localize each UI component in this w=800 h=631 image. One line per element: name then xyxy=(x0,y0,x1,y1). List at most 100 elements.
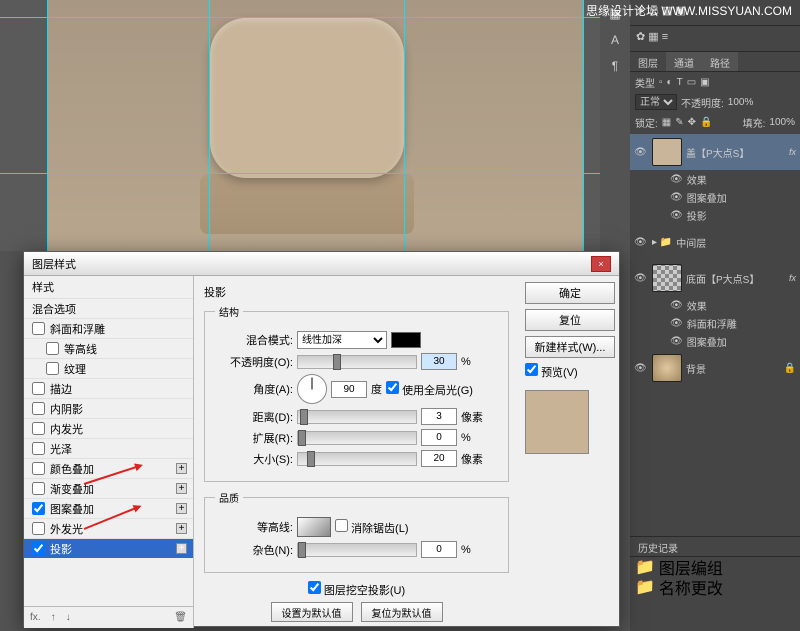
eye-icon[interactable]: 👁 xyxy=(670,192,683,203)
dialog-titlebar[interactable]: 图层样式 × xyxy=(24,252,619,276)
lock-trans-icon[interactable]: ▦ xyxy=(662,117,671,128)
fx-menu-icon[interactable]: fx. xyxy=(30,612,41,623)
distance-input[interactable] xyxy=(421,408,457,425)
style-checkbox[interactable] xyxy=(46,342,59,355)
guide-vertical[interactable] xyxy=(404,0,405,251)
grid-icon[interactable]: ▦ xyxy=(648,31,658,43)
new-style-button[interactable]: 新建样式(W)... xyxy=(525,336,615,358)
eye-icon[interactable]: 👁 xyxy=(670,174,683,185)
angle-input[interactable] xyxy=(331,381,367,398)
style-item[interactable]: 图案叠加+ xyxy=(24,498,193,518)
add-instance-icon[interactable]: + xyxy=(176,463,187,474)
style-item[interactable]: 斜面和浮雕 xyxy=(24,318,193,338)
style-checkbox[interactable] xyxy=(32,382,45,395)
up-icon[interactable]: ↑ xyxy=(51,612,56,623)
global-light-checkbox[interactable]: 使用全局光(G) xyxy=(386,381,473,398)
style-item[interactable]: 渐变叠加+ xyxy=(24,478,193,498)
filter-pixel-icon[interactable]: ▫ xyxy=(659,77,663,88)
antialias-checkbox[interactable]: 消除锯齿(L) xyxy=(335,519,409,536)
style-item[interactable]: 投影+ xyxy=(24,538,193,558)
layer-row[interactable]: 👁 背景 🔒 xyxy=(630,350,800,386)
layer-name[interactable]: 盖【P大点S】 xyxy=(686,145,785,160)
fx-badge[interactable]: fx xyxy=(789,147,796,157)
fx-badge[interactable]: fx xyxy=(789,273,796,283)
canvas[interactable] xyxy=(0,0,630,251)
lock-paint-icon[interactable]: ✎ xyxy=(675,117,683,128)
style-item[interactable]: 内阴影 xyxy=(24,398,193,418)
guide-vertical[interactable] xyxy=(47,0,48,251)
add-instance-icon[interactable]: + xyxy=(176,503,187,514)
style-checkbox[interactable] xyxy=(32,422,45,435)
angle-dial[interactable] xyxy=(297,374,327,404)
eye-icon[interactable]: 👁 xyxy=(670,336,683,347)
style-item[interactable]: 光泽 xyxy=(24,438,193,458)
history-item[interactable]: 📁名称更改 xyxy=(630,577,800,597)
size-input[interactable] xyxy=(421,450,457,467)
add-instance-icon[interactable]: + xyxy=(176,543,187,554)
layer-effect-row[interactable]: 👁效果 xyxy=(630,296,800,314)
preview-checkbox[interactable]: 预览(V) xyxy=(525,367,578,379)
layer-row-folder[interactable]: 👁 ▸ 📁 中间层 xyxy=(630,224,800,260)
style-item[interactable]: 内发光 xyxy=(24,418,193,438)
down-icon[interactable]: ↓ xyxy=(66,612,71,623)
layer-row[interactable]: 👁 底面【P大点S】 fx xyxy=(630,260,800,296)
layer-effect-row[interactable]: 👁投影 xyxy=(630,206,800,224)
filter-smart-icon[interactable]: ▣ xyxy=(700,77,709,88)
contour-picker[interactable] xyxy=(297,517,331,537)
type-tool-icon[interactable]: A xyxy=(602,28,628,52)
eye-icon[interactable]: 👁 xyxy=(670,210,683,221)
blend-mode-select[interactable]: 正常 xyxy=(635,94,677,110)
filter-adjust-icon[interactable]: ◐ xyxy=(667,77,673,88)
tab-channels[interactable]: 通道 xyxy=(666,52,702,71)
style-checkbox[interactable] xyxy=(32,322,45,335)
filter-shape-icon[interactable]: ▭ xyxy=(687,77,696,88)
layer-thumbnail[interactable] xyxy=(652,354,682,382)
visibility-icon[interactable]: 👁 xyxy=(634,273,648,284)
knockout-checkbox[interactable]: 图层挖空投影(U) xyxy=(308,581,405,598)
visibility-icon[interactable]: 👁 xyxy=(634,363,648,374)
add-instance-icon[interactable]: + xyxy=(176,523,187,534)
close-button[interactable]: × xyxy=(591,256,611,272)
style-item[interactable]: 描边 xyxy=(24,378,193,398)
size-slider[interactable] xyxy=(297,452,417,466)
eye-icon[interactable]: 👁 xyxy=(670,300,683,311)
style-checkbox[interactable] xyxy=(32,542,45,555)
styles-header[interactable]: 样式 xyxy=(24,276,193,298)
style-checkbox[interactable] xyxy=(32,522,45,535)
style-checkbox[interactable] xyxy=(32,502,45,515)
blending-options-row[interactable]: 混合选项 xyxy=(24,298,193,318)
tab-layers[interactable]: 图层 xyxy=(630,52,666,71)
style-checkbox[interactable] xyxy=(32,442,45,455)
make-default-button[interactable]: 设置为默认值 xyxy=(271,602,353,622)
style-item[interactable]: 等高线 xyxy=(24,338,193,358)
cancel-button[interactable]: 复位 xyxy=(525,309,615,331)
layer-effect-row[interactable]: 👁图案叠加 xyxy=(630,332,800,350)
layer-effect-row[interactable]: 👁效果 xyxy=(630,170,800,188)
style-item[interactable]: 外发光+ xyxy=(24,518,193,538)
eye-icon[interactable]: 👁 xyxy=(670,318,683,329)
reset-default-button[interactable]: 复位为默认值 xyxy=(361,602,443,622)
layer-name[interactable]: 底面【P大点S】 xyxy=(686,271,785,286)
blend-mode-select[interactable]: 线性加深 xyxy=(297,331,387,349)
lines-icon[interactable]: ≡ xyxy=(662,31,668,43)
style-checkbox[interactable] xyxy=(46,362,59,375)
tab-history[interactable]: 历史记录 xyxy=(630,537,686,556)
noise-slider[interactable] xyxy=(297,543,417,557)
layer-thumbnail[interactable] xyxy=(652,138,682,166)
guide-horizontal[interactable] xyxy=(0,173,630,174)
paragraph-icon[interactable]: ¶ xyxy=(602,54,628,78)
layer-name[interactable]: 背景 xyxy=(686,361,780,376)
guide-horizontal[interactable] xyxy=(0,17,630,18)
opacity-input[interactable] xyxy=(421,353,457,370)
visibility-icon[interactable]: 👁 xyxy=(634,147,648,158)
noise-input[interactable] xyxy=(421,541,457,558)
layer-name[interactable]: 中间层 xyxy=(676,235,796,250)
trash-icon[interactable]: 🗑 xyxy=(174,612,187,623)
ok-button[interactable]: 确定 xyxy=(525,282,615,304)
fill-value[interactable]: 100% xyxy=(769,117,795,128)
spread-input[interactable] xyxy=(421,429,457,446)
visibility-icon[interactable]: 👁 xyxy=(634,237,648,248)
layer-thumbnail[interactable] xyxy=(652,264,682,292)
style-checkbox[interactable] xyxy=(32,462,45,475)
add-instance-icon[interactable]: + xyxy=(176,483,187,494)
